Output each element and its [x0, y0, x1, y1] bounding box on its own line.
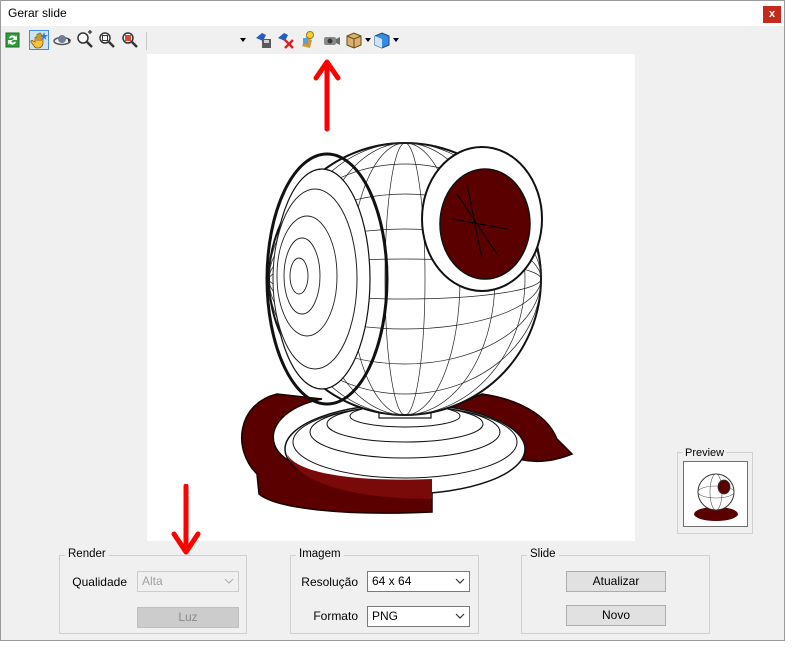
resolution-value: 64 x 64	[372, 574, 412, 588]
shading-dropdown-icon[interactable]	[393, 38, 399, 42]
render-group-label: Render	[65, 548, 109, 560]
chevron-down-icon	[224, 578, 234, 584]
format-label: Formato	[313, 609, 358, 623]
image-group-label: Imagem	[296, 548, 344, 560]
title-bar	[1, 1, 784, 26]
delete-view-icon[interactable]	[276, 30, 296, 50]
light-button[interactable]: Luz	[137, 607, 239, 628]
update-button[interactable]: Atualizar	[566, 571, 666, 592]
model-ball	[265, 142, 543, 416]
orbit-icon[interactable]	[52, 30, 72, 50]
shader-ball-model	[240, 142, 574, 514]
zoom-extents-icon[interactable]	[97, 30, 117, 50]
zoom-in-icon[interactable]	[75, 30, 95, 50]
close-button[interactable]: x	[763, 6, 781, 23]
annotation-arrow-up	[313, 59, 341, 132]
camera-icon[interactable]	[321, 30, 341, 50]
chevron-down-icon	[455, 578, 465, 584]
resolution-label: Resolução	[301, 575, 358, 589]
chevron-down-icon	[455, 613, 465, 619]
chevron-down-icon	[240, 38, 246, 42]
box-view-icon[interactable]	[344, 30, 364, 50]
format-select[interactable]: PNG	[367, 606, 470, 627]
shading-icon[interactable]	[372, 30, 392, 50]
save-view-icon[interactable]	[254, 30, 274, 50]
window-title: Gerar slide	[8, 6, 67, 20]
quality-label: Qualidade	[72, 575, 127, 589]
quality-select[interactable]: Alta	[137, 571, 239, 592]
new-button[interactable]: Novo	[566, 605, 666, 626]
toolbar-separator	[146, 32, 147, 50]
quality-value: Alta	[142, 574, 163, 588]
light-bulb-icon[interactable]	[298, 30, 318, 50]
resolution-select[interactable]: 64 x 64	[367, 571, 470, 592]
format-value: PNG	[372, 609, 399, 623]
render-viewport[interactable]	[147, 54, 635, 541]
preview-thumbnail	[683, 461, 748, 527]
view-combo[interactable]	[151, 30, 246, 50]
toolbar	[1, 26, 784, 54]
preview-label: Preview	[683, 447, 727, 459]
zoom-window-icon[interactable]	[120, 30, 140, 50]
refresh-icon[interactable]	[3, 30, 23, 50]
annotation-arrow-down	[171, 484, 201, 555]
box-view-dropdown-icon[interactable]	[365, 38, 371, 42]
pan-hand-icon[interactable]	[29, 30, 49, 50]
slide-group-label: Slide	[527, 548, 559, 560]
